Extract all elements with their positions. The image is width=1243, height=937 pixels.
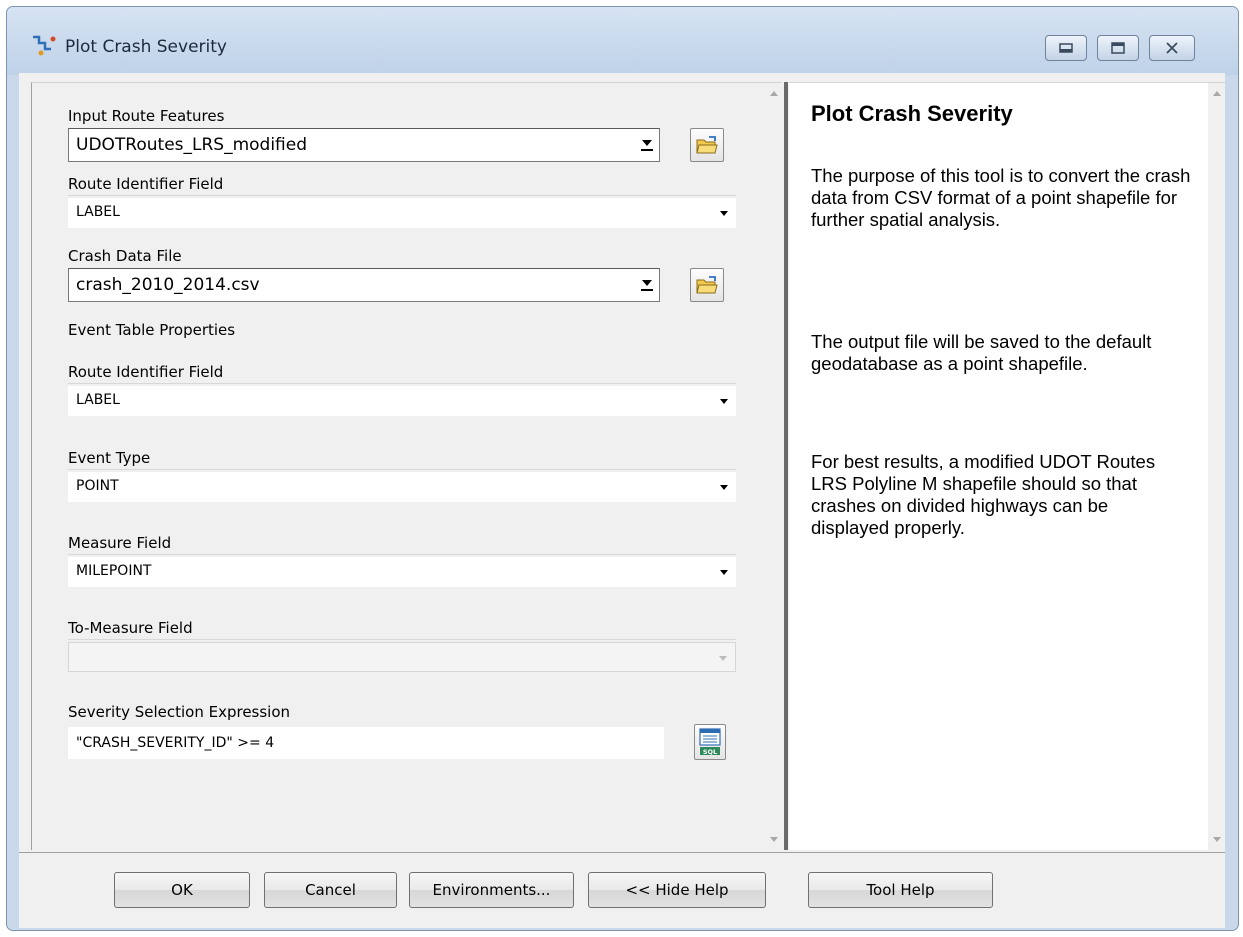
help-paragraph: For best results, a modified UDOT Routes… bbox=[811, 451, 1156, 538]
route-identifier-field-value: LABEL bbox=[76, 204, 120, 220]
dialog-window: Plot Crash Severity Input Route Features… bbox=[6, 6, 1239, 931]
to-measure-field-select bbox=[68, 642, 736, 672]
label-underline bbox=[68, 469, 736, 470]
severity-expression-value: "CRASH_SEVERITY_ID" >= 4 bbox=[76, 735, 275, 751]
input-route-features-combo[interactable]: UDOTRoutes_LRS_modified bbox=[68, 128, 660, 162]
crash-data-file-combo[interactable]: crash_2010_2014.csv bbox=[68, 268, 660, 302]
sql-icon-text: SQL bbox=[703, 748, 717, 756]
button-bar-divider bbox=[19, 852, 1225, 853]
tool-icon bbox=[31, 33, 59, 57]
scroll-down-icon[interactable] bbox=[770, 837, 778, 842]
chevron-down-icon bbox=[719, 656, 727, 661]
event-table-properties-label: Event Table Properties bbox=[68, 321, 236, 339]
cancel-button[interactable]: Cancel bbox=[264, 872, 397, 908]
minimize-button[interactable] bbox=[1045, 35, 1087, 61]
route-identifier-field-label: Route Identifier Field bbox=[68, 175, 224, 193]
label-underline bbox=[68, 195, 736, 196]
scroll-up-icon[interactable] bbox=[770, 91, 778, 96]
open-folder-icon bbox=[696, 136, 718, 154]
dropdown-arrow-icon[interactable] bbox=[638, 276, 656, 294]
ok-button[interactable]: OK bbox=[114, 872, 250, 908]
crash-data-file-label: Crash Data File bbox=[68, 247, 182, 265]
event-route-identifier-field-label: Route Identifier Field bbox=[68, 363, 224, 381]
severity-expression-input[interactable]: "CRASH_SEVERITY_ID" >= 4 bbox=[68, 727, 664, 759]
sql-query-builder-button[interactable]: SQL bbox=[694, 724, 726, 760]
chevron-down-icon bbox=[720, 485, 728, 490]
input-route-features-label: Input Route Features bbox=[68, 107, 225, 125]
dialog-client-area: Input Route Features UDOTRoutes_LRS_modi… bbox=[19, 73, 1225, 928]
hide-help-button[interactable]: << Hide Help bbox=[588, 872, 766, 908]
event-route-identifier-field-value: LABEL bbox=[76, 392, 120, 408]
route-identifier-field-select[interactable]: LABEL bbox=[68, 198, 736, 228]
help-scrollbar[interactable] bbox=[1208, 83, 1225, 850]
title-bar[interactable]: Plot Crash Severity bbox=[7, 7, 1238, 75]
label-underline bbox=[68, 639, 736, 640]
event-route-identifier-field-select[interactable]: LABEL bbox=[68, 386, 736, 416]
event-type-select[interactable]: POINT bbox=[68, 472, 736, 502]
sql-icon: SQL bbox=[699, 728, 721, 756]
measure-field-select[interactable]: MILEPOINT bbox=[68, 557, 736, 587]
close-button[interactable] bbox=[1149, 35, 1195, 61]
scroll-up-icon[interactable] bbox=[1213, 91, 1221, 96]
open-folder-icon bbox=[696, 276, 718, 294]
event-type-value: POINT bbox=[76, 478, 119, 494]
parameters-scrollbar[interactable] bbox=[765, 83, 783, 850]
help-paragraph: The purpose of this tool is to convert t… bbox=[811, 165, 1191, 230]
label-underline bbox=[68, 554, 736, 555]
chevron-down-icon bbox=[720, 570, 728, 575]
severity-selection-expression-label: Severity Selection Expression bbox=[68, 703, 291, 721]
browse-crash-data-button[interactable] bbox=[690, 268, 724, 302]
environments-button[interactable]: Environments... bbox=[409, 872, 574, 908]
tool-help-button[interactable]: Tool Help bbox=[808, 872, 993, 908]
chevron-down-icon bbox=[720, 399, 728, 404]
dropdown-arrow-icon[interactable] bbox=[638, 136, 656, 154]
parameters-pane: Input Route Features UDOTRoutes_LRS_modi… bbox=[31, 82, 783, 850]
help-pane: Plot Crash Severity The purpose of this … bbox=[789, 82, 1225, 850]
chevron-down-icon bbox=[720, 211, 728, 216]
help-paragraph: The output file will be saved to the def… bbox=[811, 331, 1152, 374]
to-measure-field-label: To-Measure Field bbox=[68, 619, 193, 637]
measure-field-label: Measure Field bbox=[68, 534, 172, 552]
measure-field-value: MILEPOINT bbox=[76, 563, 152, 579]
window-title: Plot Crash Severity bbox=[65, 37, 227, 57]
label-underline bbox=[68, 383, 736, 384]
help-title: Plot Crash Severity bbox=[811, 101, 1013, 126]
input-route-features-value: UDOTRoutes_LRS_modified bbox=[76, 135, 308, 155]
crash-data-file-value: crash_2010_2014.csv bbox=[76, 275, 260, 295]
scroll-down-icon[interactable] bbox=[1213, 837, 1221, 842]
close-icon bbox=[1166, 42, 1178, 54]
event-type-label: Event Type bbox=[68, 449, 151, 467]
minimize-icon bbox=[1059, 43, 1073, 53]
browse-route-features-button[interactable] bbox=[690, 128, 724, 162]
maximize-icon bbox=[1111, 42, 1125, 54]
maximize-button[interactable] bbox=[1097, 35, 1139, 61]
pane-splitter[interactable] bbox=[784, 82, 788, 850]
